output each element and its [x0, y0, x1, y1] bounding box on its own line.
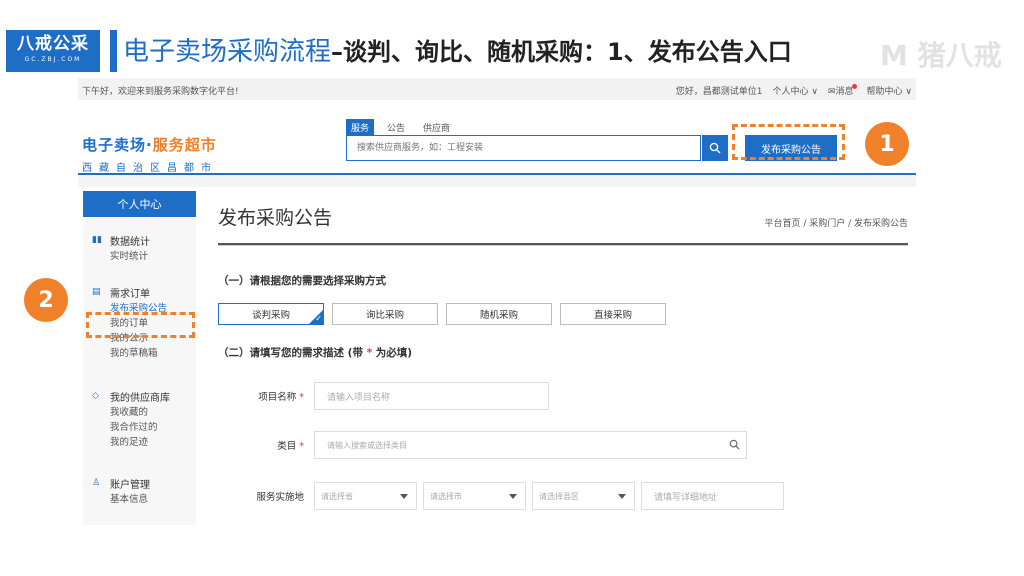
sidebar-group-stats: ▮▮ 数据统计 实时统计	[83, 231, 196, 264]
breadcrumb[interactable]: 平台首页 / 采购门户 / 发布采购公告	[764, 216, 908, 229]
project-name-input[interactable]: 请输入项目名称	[314, 382, 549, 410]
sidebar-item-realtime[interactable]: 实时统计	[83, 249, 196, 264]
step-badge-2: 2	[24, 278, 68, 322]
section-requirements-heading: （二）请填写您的需求描述 (带 * 为必填)	[218, 347, 413, 359]
sidebar: 个人中心 ▮▮ 数据统计 实时统计 ▤ 需求订单 发布采购公告 我的订单 我的公示 …	[83, 191, 196, 525]
search-input[interactable]	[347, 136, 667, 160]
city-select[interactable]: 请选择市	[423, 482, 526, 510]
sidebar-group-title[interactable]: ▮▮ 数据统计	[83, 231, 196, 249]
page-title: 发布采购公告	[218, 207, 333, 229]
content-gap	[78, 175, 916, 187]
watermark: M 猪八戒	[880, 39, 1002, 72]
method-direct[interactable]: 直接采购	[560, 303, 666, 325]
top-bar: 下午好，欢迎来到服务采购数字化平台! 您好，昌都测试单位1 个人中心 ∨ ✉消息…	[78, 78, 916, 100]
sidebar-group-title[interactable]: ◇ 我的供应商库	[83, 387, 196, 405]
method-comparison[interactable]: 询比采购	[332, 303, 438, 325]
location-label: 服务实施地	[256, 492, 304, 503]
title-accent-bar	[110, 30, 117, 72]
brand-region: 西藏自治区昌都市	[82, 163, 218, 174]
sidebar-item-footprints[interactable]: 我的足迹	[83, 435, 196, 450]
method-negotiation[interactable]: 谈判采购 ✓	[218, 303, 324, 325]
messages-label: 消息	[835, 87, 854, 97]
address-input[interactable]: 请填写详细地址	[641, 482, 784, 510]
logo-sub-text: GC.ZBJ.COM	[24, 56, 82, 63]
help-center-link[interactable]: 帮助中心 ∨	[867, 84, 912, 97]
form-row-project-name: 项目名称 * 请输入项目名称	[218, 382, 908, 410]
logo: 八戒公采 GC.ZBJ.COM	[6, 30, 100, 72]
method-random[interactable]: 随机采购	[446, 303, 552, 325]
form-row-location: 服务实施地 请选择省 请选择市 请选择县区 请填写详细地址	[218, 482, 908, 510]
main-content: 发布采购公告 平台首页 / 采购门户 / 发布采购公告 （一）请根据您的需要选择…	[218, 191, 908, 521]
personal-center-link[interactable]: 个人中心 ∨	[773, 84, 818, 97]
sidebar-item-cooperated[interactable]: 我合作过的	[83, 420, 196, 435]
diamond-icon: ◇	[92, 391, 99, 401]
sidebar-group-title[interactable]: ♙ 账户管理	[83, 474, 196, 492]
province-select[interactable]: 请选择省	[314, 482, 417, 510]
slide-title: 电子卖场采购流程–谈判、询比、随机采购：1、发布公告入口	[123, 34, 792, 70]
search-button[interactable]	[702, 135, 728, 161]
title-divider	[218, 243, 908, 246]
sidebar-item-drafts[interactable]: 我的草稿箱	[83, 346, 196, 361]
project-name-label: 项目名称 *	[258, 392, 304, 403]
document-icon: ▤	[92, 287, 101, 297]
section-method-heading: （一）请根据您的需要选择采购方式	[218, 275, 386, 287]
sidebar-group-suppliers: ◇ 我的供应商库 我收藏的 我合作过的 我的足迹	[83, 387, 196, 450]
method-options: 谈判采购 ✓ 询比采购 随机采购 直接采购	[218, 303, 666, 325]
slide-title-sub: –谈判、询比、随机采购：1、发布公告入口	[331, 38, 792, 66]
brand-name-highlight: 服务超市	[152, 136, 217, 154]
category-input[interactable]: 请输入搜索或选择类目	[314, 431, 747, 459]
district-select[interactable]: 请选择县区	[532, 482, 635, 510]
site-brand[interactable]: 电子卖场·服务超市 西藏自治区昌都市	[82, 134, 218, 174]
search-tabs: 服务 公告 供应商	[346, 119, 455, 136]
caret-down-icon	[509, 494, 517, 499]
search-box	[346, 135, 701, 161]
top-bar-links: 您好，昌都测试单位1 个人中心 ∨ ✉消息 帮助中心 ∨	[676, 84, 912, 97]
slide-title-main: 电子卖场采购流程	[123, 37, 332, 67]
caret-down-icon	[618, 494, 626, 499]
step-badge-1: 1	[865, 122, 909, 166]
greeting-text: 下午好，欢迎来到服务采购数字化平台!	[82, 87, 239, 97]
tab-service[interactable]: 服务	[346, 119, 375, 136]
tab-supplier[interactable]: 供应商	[418, 119, 455, 136]
check-icon: ✓	[315, 314, 322, 323]
sidebar-group-account: ♙ 账户管理 基本信息	[83, 474, 196, 507]
search-icon	[709, 142, 721, 154]
sidebar-group-title[interactable]: ▤ 需求订单	[83, 283, 196, 301]
form-row-category: 类目 * 请输入搜索或选择类目	[218, 431, 908, 459]
user-name: 您好，昌都测试单位1	[675, 87, 763, 97]
brand-name: 电子卖场·	[82, 136, 153, 154]
notification-dot-icon	[851, 84, 857, 89]
sidebar-item-basic-info[interactable]: 基本信息	[83, 492, 196, 507]
category-label: 类目 *	[277, 441, 304, 452]
caret-down-icon	[400, 494, 408, 499]
sidebar-item-favorites[interactable]: 我收藏的	[83, 405, 196, 420]
highlight-publish-menu	[86, 312, 195, 338]
logo-main-text: 八戒公采	[17, 34, 89, 54]
sidebar-header[interactable]: 个人中心	[83, 191, 196, 217]
messages-link[interactable]: ✉消息	[828, 84, 857, 97]
bar-chart-icon: ▮▮	[92, 235, 102, 245]
screenshot-frame: 下午好，欢迎来到服务采购数字化平台! 您好，昌都测试单位1 个人中心 ∨ ✉消息…	[78, 78, 916, 525]
tab-announcement[interactable]: 公告	[382, 119, 410, 136]
user-icon: ♙	[92, 478, 101, 488]
highlight-publish-button	[732, 124, 845, 160]
mail-icon: ✉	[827, 87, 836, 97]
search-icon	[729, 439, 740, 450]
